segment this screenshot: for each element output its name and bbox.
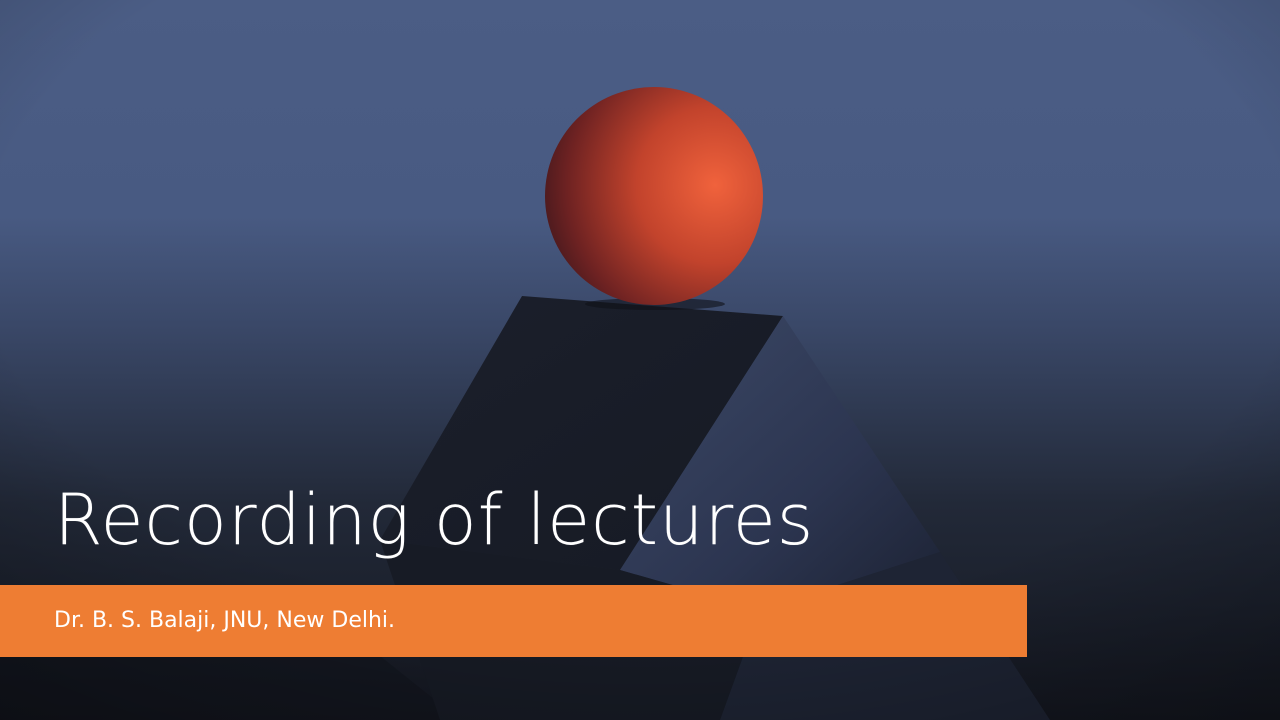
- slide-title: Recording of lectures: [54, 479, 815, 561]
- subtitle-bar: Dr. B. S. Balaji, JNU, New Delhi.: [0, 585, 1027, 657]
- slide: Recording of lectures Dr. B. S. Balaji, …: [0, 0, 1280, 720]
- slide-subtitle: Dr. B. S. Balaji, JNU, New Delhi.: [54, 608, 396, 633]
